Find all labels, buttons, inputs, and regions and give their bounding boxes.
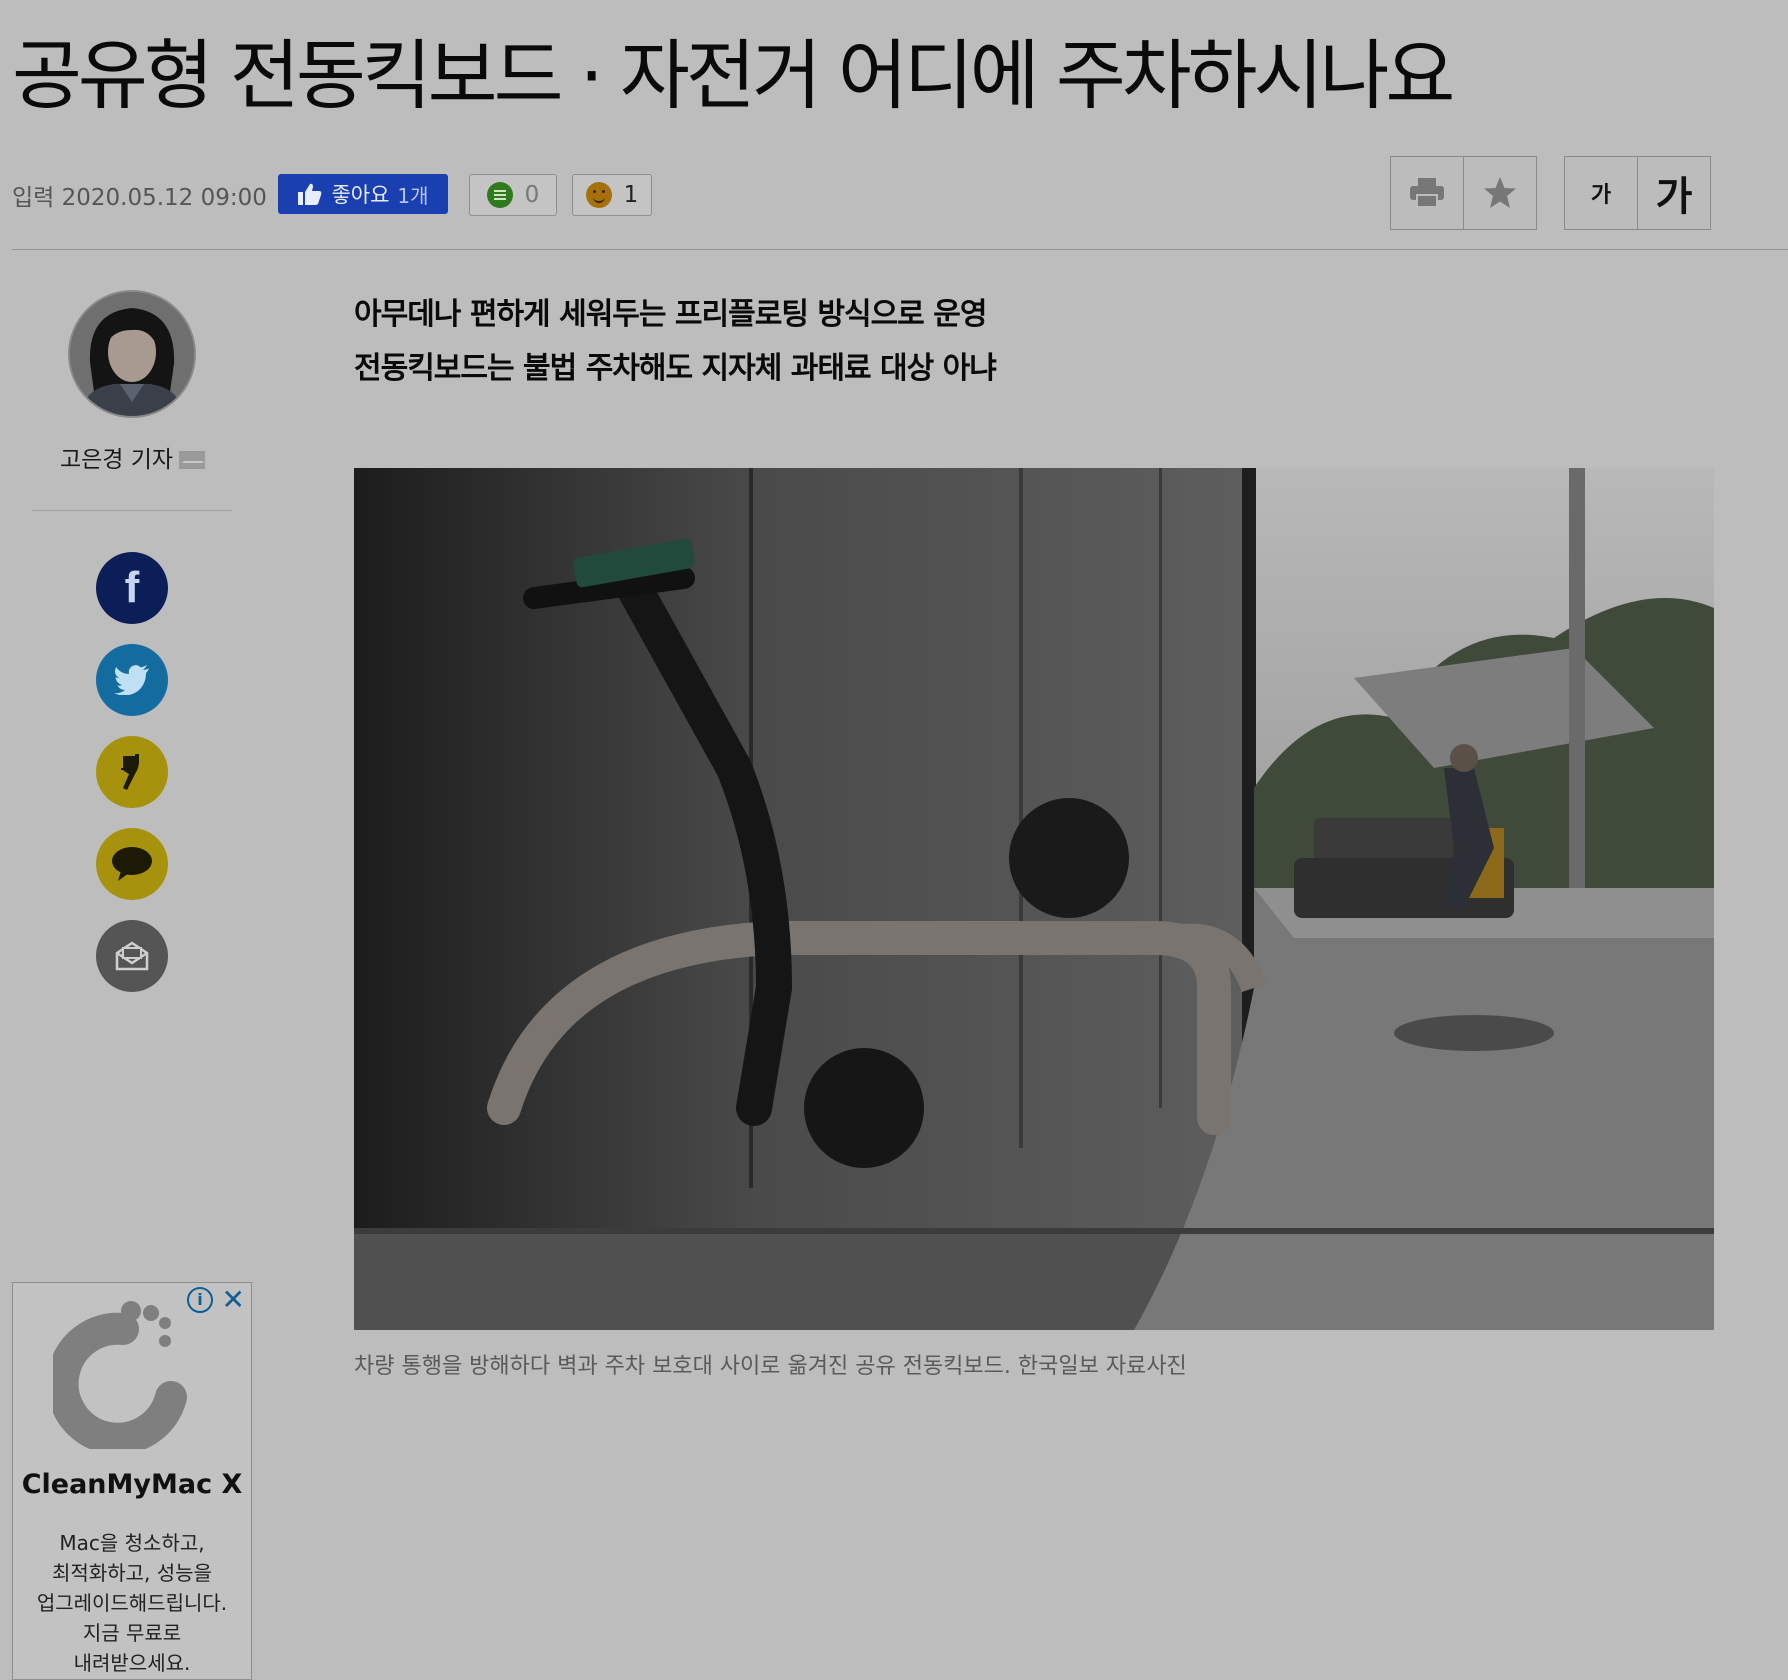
share-kakaotalk-button[interactable] bbox=[96, 828, 168, 900]
article-tools bbox=[1390, 156, 1537, 230]
header-divider bbox=[12, 249, 1788, 250]
sidebar-divider bbox=[32, 510, 232, 511]
sidebar-advertisement[interactable]: i ✕ CleanMyMac X Mac을 청소하고, 최적화하고, 성능을 업… bbox=[12, 1282, 252, 1680]
cleanmymac-logo bbox=[53, 1301, 187, 1449]
like-button[interactable]: 좋아요 1개 bbox=[278, 174, 448, 214]
published-date: 입력 2020.05.12 09:00 bbox=[12, 185, 267, 211]
author-name: 고은경 기자 bbox=[59, 447, 174, 473]
reaction-count: 1 bbox=[623, 182, 639, 208]
author-byline[interactable]: 고은경 기자 bbox=[0, 440, 265, 474]
article-subheadline: 아무데나 편하게 세워두는 프리플로팅 방식으로 운영 전동킥보드는 불법 주차… bbox=[354, 288, 997, 396]
share-kakaostory-button[interactable] bbox=[96, 736, 168, 808]
share-facebook-button[interactable]: f bbox=[96, 552, 168, 624]
left-sidebar: 고은경 기자 f i ✕ CleanMyMac X Mac을 청소하고, 최적화… bbox=[0, 250, 265, 1680]
article-meta-bar: 입력 2020.05.12 09:00 좋아요 1개 0 1 가 가 bbox=[12, 150, 1772, 240]
like-count: 1개 bbox=[397, 183, 429, 208]
star-icon bbox=[1484, 177, 1516, 208]
bookmark-button[interactable] bbox=[1463, 157, 1536, 229]
article-headline: 공유형 전동킥보드 · 자전거 어디에 주차하시나요 bbox=[12, 31, 1455, 120]
twitter-icon bbox=[114, 665, 149, 695]
subheadline-line: 전동킥보드는 불법 주차해도 지자체 과태료 대상 아냐 bbox=[354, 351, 997, 386]
font-size-large-button[interactable]: 가 bbox=[1637, 157, 1710, 229]
ad-title: CleanMyMac X bbox=[21, 1469, 243, 1500]
ad-body: Mac을 청소하고, 최적화하고, 성능을 업그레이드해드립니다. 지금 무료로… bbox=[23, 1528, 241, 1678]
article-photo[interactable] bbox=[354, 468, 1714, 1330]
ad-body-line: Mac을 청소하고, bbox=[59, 1531, 205, 1555]
mail-icon[interactable] bbox=[179, 451, 206, 469]
smiley-icon bbox=[585, 182, 612, 208]
thumbs-up-icon bbox=[298, 183, 322, 205]
facebook-icon: f bbox=[124, 563, 140, 612]
ad-body-line: 업그레이드해드립니다. bbox=[36, 1591, 228, 1615]
print-icon bbox=[1410, 178, 1444, 208]
share-email-button[interactable] bbox=[96, 920, 168, 992]
kakaotalk-icon bbox=[112, 847, 152, 881]
share-twitter-button[interactable] bbox=[96, 644, 168, 716]
like-label: 좋아요 bbox=[331, 183, 390, 207]
comment-button[interactable]: 0 bbox=[469, 174, 557, 216]
ad-body-line: 지금 무료로 bbox=[82, 1621, 182, 1645]
subheadline-line: 아무데나 편하게 세워두는 프리플로팅 방식으로 운영 bbox=[354, 297, 987, 332]
comment-icon bbox=[486, 182, 513, 208]
email-icon bbox=[115, 941, 149, 971]
kakaostory-icon bbox=[121, 754, 139, 790]
photo-caption: 차량 통행을 방해하다 벽과 주차 보호대 사이로 옮겨진 공유 전동킥보드. … bbox=[354, 1354, 1187, 1379]
font-size-small-button[interactable]: 가 bbox=[1565, 157, 1637, 229]
reaction-button[interactable]: 1 bbox=[572, 174, 652, 216]
comment-count: 0 bbox=[524, 182, 540, 208]
ad-close-icon[interactable]: ✕ bbox=[222, 1283, 245, 1316]
ad-body-line: 내려받으세요. bbox=[73, 1651, 191, 1675]
print-button[interactable] bbox=[1391, 157, 1463, 229]
font-size-controls: 가 가 bbox=[1564, 156, 1711, 230]
author-avatar[interactable] bbox=[68, 290, 196, 418]
ad-body-line: 최적화하고, 성능을 bbox=[52, 1561, 212, 1585]
